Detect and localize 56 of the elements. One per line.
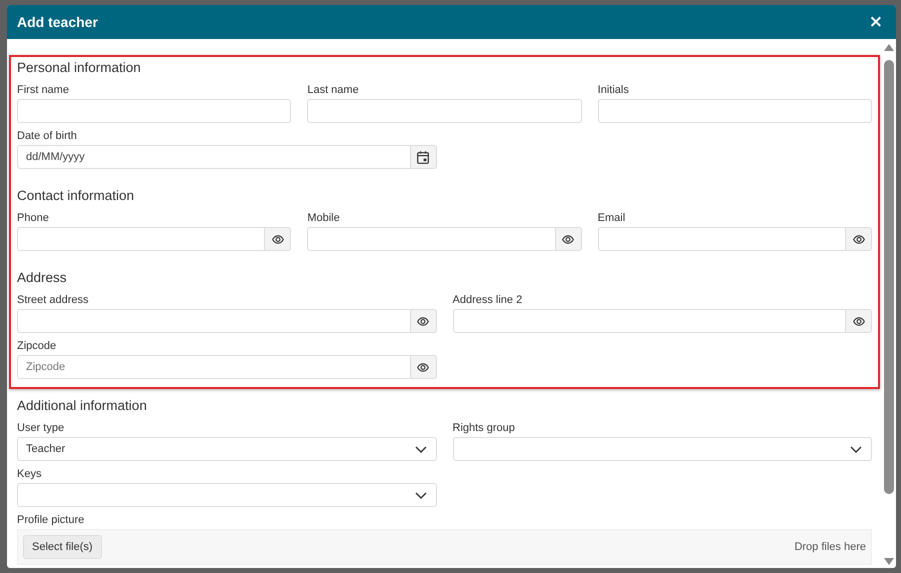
chevron-icon <box>414 446 426 452</box>
field-label: Address line 2 <box>452 294 524 307</box>
input-field[interactable] <box>17 227 266 251</box>
eye-icon <box>417 316 429 326</box>
field-label: Last name <box>307 84 360 97</box>
section-heading: Contact information <box>17 187 136 205</box>
scroll-down-arrow[interactable] <box>884 558 894 565</box>
input-field[interactable]: Zipcode <box>17 355 410 379</box>
section-heading: Personal information <box>17 59 142 77</box>
field-label: Rights group <box>452 422 516 435</box>
eye-icon <box>852 316 864 326</box>
field-label: Mobile <box>307 212 341 225</box>
field-label: Profile picture <box>17 514 86 527</box>
chevron-icon <box>414 492 426 498</box>
reveal-button[interactable] <box>265 227 292 251</box>
field-label: Street address <box>17 294 90 307</box>
reveal-button[interactable] <box>410 355 436 379</box>
input-field[interactable] <box>598 227 846 251</box>
eye-icon <box>272 234 284 244</box>
upload-area[interactable]: Select file(s) Drop files here <box>17 529 872 565</box>
input-field[interactable] <box>307 227 556 251</box>
field-label: First name <box>17 84 70 97</box>
select-field[interactable]: Teacher <box>17 437 436 461</box>
section-heading: Address <box>17 269 68 287</box>
input-field[interactable] <box>17 309 410 333</box>
scroll-up-arrow[interactable] <box>884 44 894 51</box>
date-field[interactable]: dd/MM/yyyy <box>17 145 410 169</box>
select-field[interactable] <box>452 437 872 461</box>
calendar-icon <box>417 150 429 164</box>
field-label: Keys <box>17 468 42 481</box>
reveal-button[interactable] <box>846 309 872 333</box>
eye-icon <box>562 234 574 244</box>
select-files-button[interactable]: Select file(s) <box>23 535 102 559</box>
reveal-button[interactable] <box>556 227 582 251</box>
scrollbar-thumb[interactable] <box>884 60 894 494</box>
input-field[interactable] <box>17 99 292 123</box>
chevron-icon <box>850 446 862 452</box>
dialog-title: Add teacher <box>17 14 98 30</box>
field-label: Phone <box>17 212 50 225</box>
input-field[interactable] <box>598 99 872 123</box>
eye-icon <box>852 234 864 244</box>
reveal-button[interactable] <box>410 309 436 333</box>
select-field[interactable] <box>17 483 436 507</box>
input-field[interactable] <box>452 309 846 333</box>
section-heading: Additional information <box>17 397 148 415</box>
close-button[interactable]: × <box>866 12 886 32</box>
field-label: Initials <box>598 84 630 97</box>
field-label: Email <box>598 212 626 225</box>
field-label: User type <box>17 422 66 435</box>
field-label: Zipcode <box>17 340 58 353</box>
calendar-button[interactable] <box>410 145 436 169</box>
drop-hint: Drop files here <box>794 541 866 553</box>
field-label: Date of birth <box>17 130 78 143</box>
eye-icon <box>417 362 429 372</box>
input-field[interactable] <box>307 99 582 123</box>
reveal-button[interactable] <box>846 227 872 251</box>
